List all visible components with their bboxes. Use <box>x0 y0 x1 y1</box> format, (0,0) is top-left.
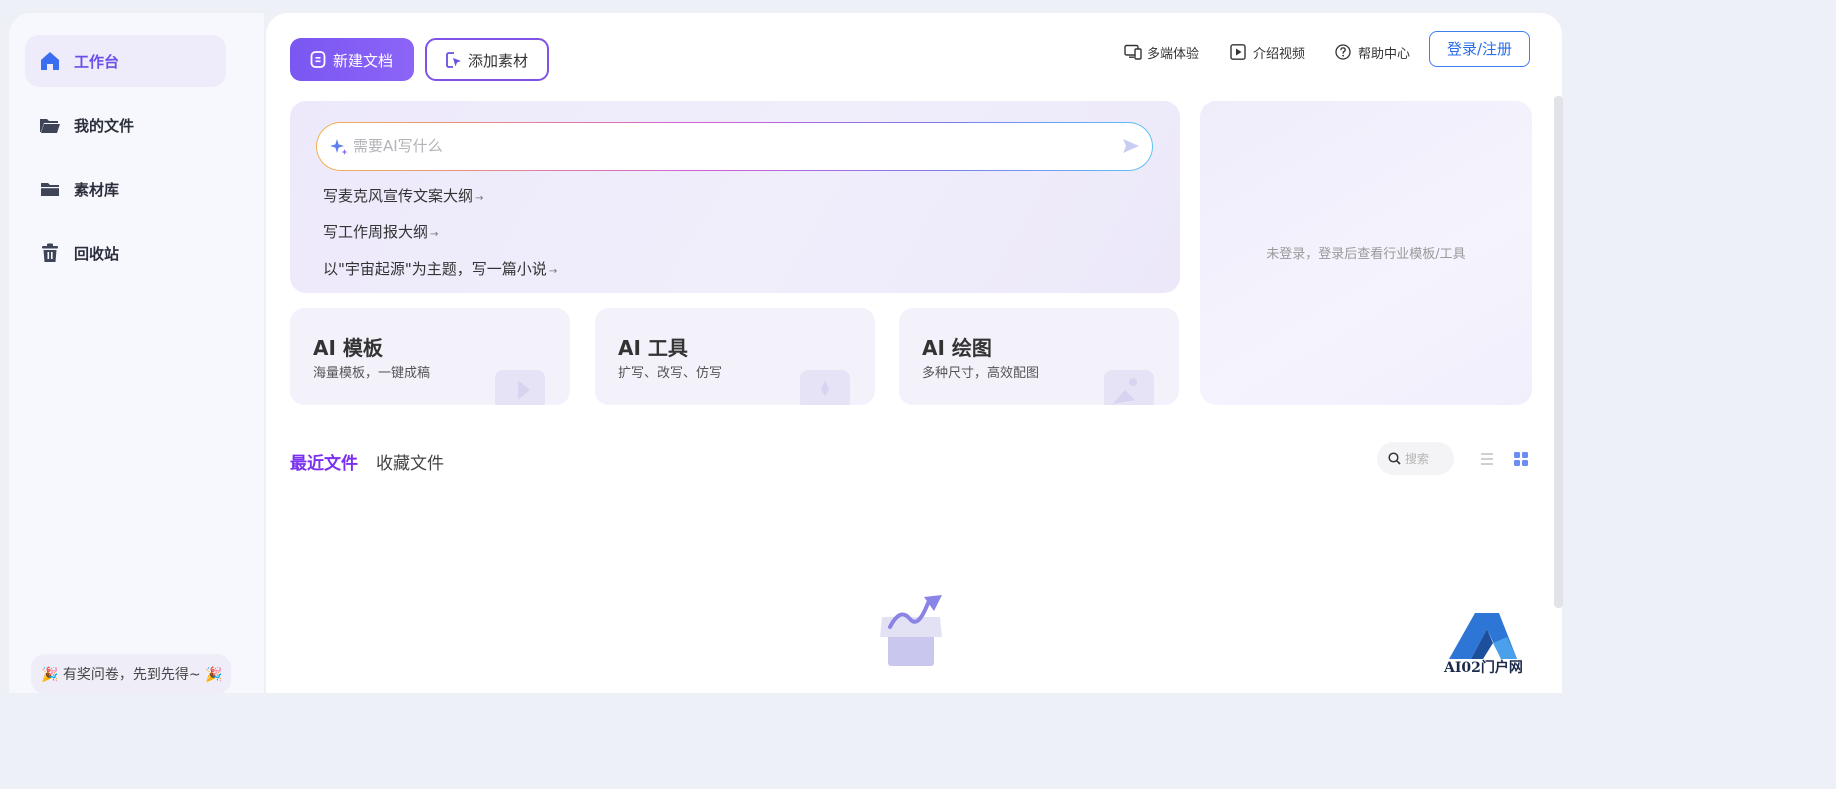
card-title: AI 绘图 <box>922 336 992 360</box>
sidebar-item-label: 回收站 <box>74 245 120 263</box>
sparkle-icon <box>330 139 348 155</box>
ai-prompt-card: 写麦克风宣传文案大纲→ 写工作周报大纲→ 以"宇宙起源"为主题，写一篇小说→ <box>290 101 1180 293</box>
tab-favorite-files[interactable]: 收藏文件 <box>376 449 444 474</box>
survey-banner[interactable]: 🎉 有奖问卷，先到先得~ 🎉 <box>31 654 231 694</box>
document-icon <box>310 51 326 68</box>
arrow-right-icon: → <box>430 229 439 240</box>
new-document-label: 新建文档 <box>333 52 394 70</box>
new-document-button[interactable]: 新建文档 <box>290 38 414 81</box>
card-subtitle: 多种尺寸，高效配图 <box>922 366 1040 381</box>
suggestion-item[interactable]: 写工作周报大纲 → <box>323 221 438 242</box>
sidebar-item-my-files[interactable]: 我的文件 <box>25 99 226 151</box>
search-icon <box>1388 452 1401 465</box>
login-prompt-message: 未登录，登录后查看行业模板/工具 <box>1266 247 1466 262</box>
sidebar: 工作台 我的文件 素材库 回收站 🎉 有奖问卷，先到先得~ 🎉 <box>9 13 264 694</box>
send-icon[interactable] <box>1122 137 1140 155</box>
intro-video-link[interactable]: 介绍视频 <box>1230 42 1310 62</box>
devices-icon <box>1124 44 1142 60</box>
login-register-button[interactable]: 登录/注册 <box>1429 31 1530 67</box>
folder-icon <box>41 183 59 196</box>
suggestion-item[interactable]: 以"宇宙起源"为主题，写一篇小说 → <box>323 258 557 279</box>
arrow-right-icon: → <box>548 266 558 277</box>
sidebar-item-label: 我的文件 <box>74 117 135 135</box>
grid-view-icon[interactable] <box>1513 451 1529 467</box>
card-subtitle: 扩写、改写、仿写 <box>618 366 723 381</box>
add-material-button[interactable]: 添加素材 <box>425 38 549 81</box>
multi-device-link[interactable]: 多端体验 <box>1124 42 1204 62</box>
file-search-input[interactable] <box>1405 450 1449 467</box>
card-subtitle: 海量模板，一键成稿 <box>313 366 431 381</box>
help-icon <box>1335 44 1351 60</box>
ai-drawing-card[interactable]: AI 绘图 多种尺寸，高效配图 <box>899 308 1179 405</box>
sidebar-item-recycle-bin[interactable]: 回收站 <box>25 227 226 279</box>
sidebar-item-label: 工作台 <box>74 53 120 71</box>
sidebar-item-label: 素材库 <box>74 181 120 199</box>
ai-prompt-input[interactable] <box>353 134 1093 158</box>
sidebar-item-workbench[interactable]: 工作台 <box>25 35 226 87</box>
home-icon <box>41 52 59 70</box>
folder-open-icon <box>40 119 60 133</box>
help-center-label: 帮助中心 <box>1358 47 1411 62</box>
ai-tools-card[interactable]: AI 工具 扩写、改写、仿写 <box>595 308 875 405</box>
list-view-icon[interactable] <box>1479 451 1495 467</box>
sidebar-item-material-library[interactable]: 素材库 <box>25 163 226 215</box>
suggestion-item[interactable]: 写麦克风宣传文案大纲 → <box>323 185 483 206</box>
industry-templates-panel: 未登录，登录后查看行业模板/工具 <box>1200 101 1532 405</box>
main-panel: 新建文档 添加素材 多端体验 介绍视频 帮助中心 登录/注册 需要AI写什么 写… <box>266 13 1562 693</box>
empty-box-icon <box>880 595 942 666</box>
tools-decoration-icon <box>800 370 850 405</box>
drawing-decoration-icon <box>1104 370 1154 405</box>
file-search-box <box>1377 442 1454 475</box>
arrow-right-icon: → <box>475 193 484 204</box>
ai-template-card[interactable]: AI 模板 海量模板，一键成稿 <box>290 308 570 405</box>
watermark-text: AI02门户网 <box>1444 660 1523 676</box>
multi-device-label: 多端体验 <box>1147 47 1200 62</box>
trash-icon <box>42 243 58 262</box>
add-material-label: 添加素材 <box>468 52 529 70</box>
page-scrollbar[interactable] <box>1554 96 1563 608</box>
template-decoration-icon <box>495 370 545 405</box>
help-center-link[interactable]: 帮助中心 <box>1335 42 1415 62</box>
tab-recent-files[interactable]: 最近文件 <box>290 449 358 474</box>
card-title: AI 工具 <box>618 336 688 360</box>
cursor-select-icon <box>446 52 461 68</box>
ai-prompt-box <box>316 122 1153 171</box>
play-video-icon <box>1230 44 1246 60</box>
intro-video-label: 介绍视频 <box>1253 47 1306 62</box>
card-title: AI 模板 <box>313 336 383 360</box>
